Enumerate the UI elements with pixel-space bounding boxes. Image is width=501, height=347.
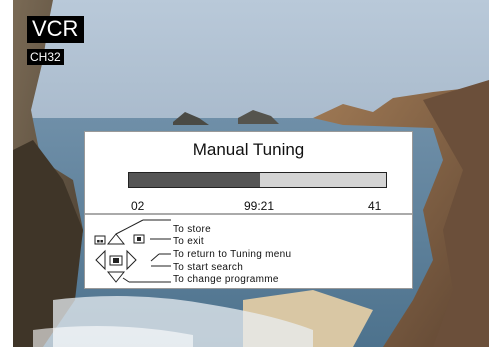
channel-label: CH32: [27, 49, 64, 65]
arrow-up-icon: [106, 233, 126, 245]
hint-change-programme: To change programme: [173, 274, 279, 285]
channel-number: 41: [368, 199, 382, 213]
hint-exit: To exit: [173, 236, 205, 247]
panel-title: Manual Tuning: [192, 140, 305, 159]
frequency-value: 99:21: [244, 199, 275, 213]
panel-divider: [85, 213, 412, 215]
tuning-progress-fill: [129, 173, 261, 187]
arrow-right-icon: [126, 249, 137, 271]
source-label: VCR: [27, 16, 85, 43]
arrow-left-icon: [95, 249, 106, 271]
tuning-progress-bar: [128, 172, 387, 188]
tv-screen: VCR CH32 Manual Tuning 02 99:21 41 ▪▪ To…: [13, 0, 489, 347]
hint-return-tuning-menu: To return to Tuning menu: [173, 249, 292, 260]
ok-key-icon: [109, 255, 123, 266]
svg-text:▪▪: ▪▪: [97, 239, 104, 245]
arrow-down-icon: [106, 271, 126, 283]
exit-key-icon: [133, 234, 145, 244]
hint-start-search: To start search: [173, 262, 244, 273]
manual-tuning-panel: Manual Tuning 02 99:21 41 ▪▪ To store To…: [84, 131, 413, 289]
store-key-icon: ▪▪: [94, 235, 106, 245]
hint-store: To store: [173, 224, 211, 235]
programme-number: 02: [131, 199, 145, 213]
